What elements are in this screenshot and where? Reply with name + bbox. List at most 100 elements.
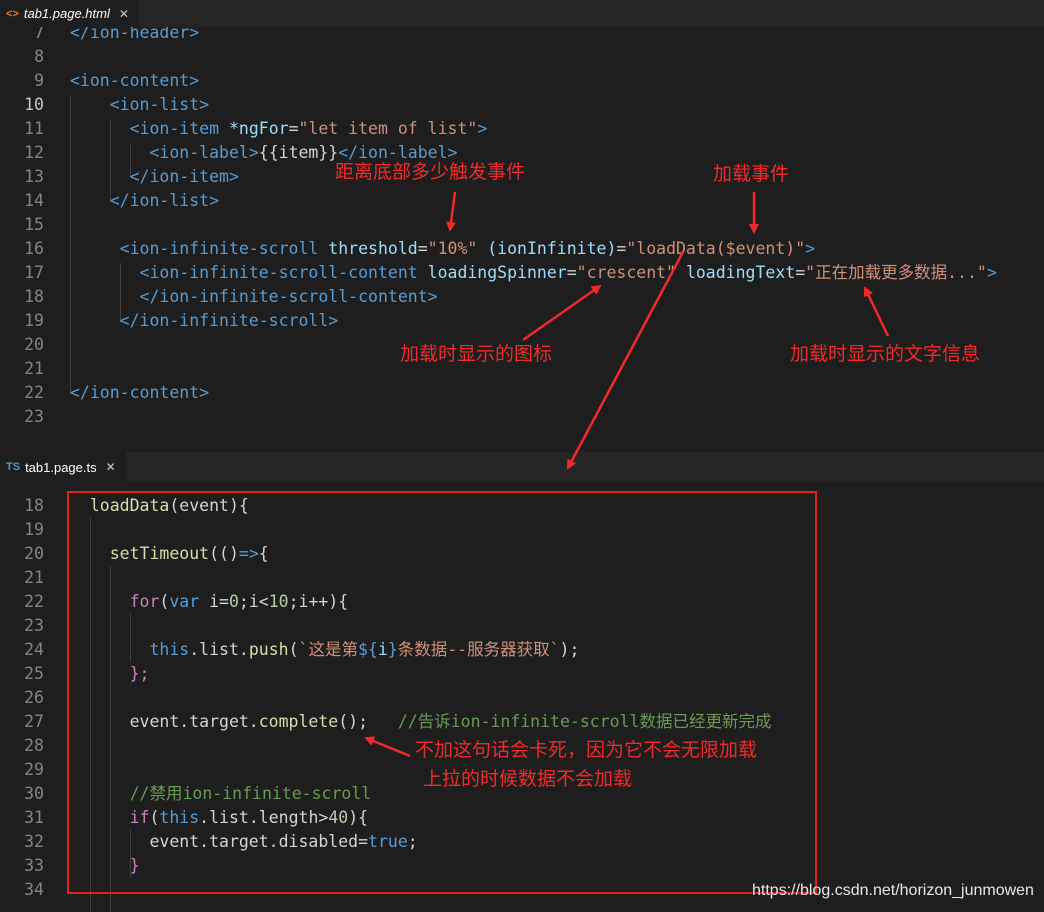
line-number: 20 [24, 335, 44, 354]
code-line[interactable]: 7 </ion-header> [0, 27, 1044, 45]
code-line[interactable]: 23 [0, 405, 1044, 429]
code-line[interactable]: 16 <ion-infinite-scroll threshold="10%" … [0, 237, 1044, 261]
line-number: 10 [24, 95, 44, 114]
close-icon[interactable]: ✕ [119, 7, 129, 21]
tab-label: tab1.page.ts [25, 459, 97, 475]
html-editor[interactable]: 7 </ion-header> 8 9 <ion-content> 10 <ion-lis… [0, 27, 1044, 452]
code-token: = [288, 119, 299, 138]
code-line[interactable]: 14 </ion-list> [0, 189, 1044, 213]
annotation-text: 加载时显示的文字信息 [790, 343, 981, 365]
line-number: 11 [24, 119, 44, 138]
line-number: 34 [24, 880, 44, 899]
line-number: 29 [24, 760, 44, 779]
code-line[interactable]: 22 </ion-content> [0, 381, 1044, 405]
code-token: loadingSpinner [427, 263, 567, 282]
code-token: <ion-infinite-scroll-content [139, 263, 418, 282]
tab-label: tab1.page.html [23, 6, 110, 21]
code-line[interactable]: 11 <ion-item *ngFor="let item of list"> [0, 117, 1044, 141]
bottom-tab-bar: TS tab1.page.ts ✕ [0, 452, 1044, 482]
line-number: 13 [24, 167, 44, 186]
line-number: 8 [34, 47, 44, 66]
code-token: </ion-content> [70, 383, 210, 402]
code-token: </ion-list> [109, 191, 220, 210]
annotation-spinner: 加载时显示的图标 [400, 343, 553, 365]
code-token: (ionInfinite) [487, 239, 617, 258]
code-line[interactable]: 10 <ion-list> [0, 93, 1044, 117]
line-number: 24 [24, 640, 44, 659]
top-tab-bar: <> tab1.page.html ✕ [0, 0, 1044, 27]
code-text[interactable]: <ion-infinite-scroll threshold="10%" (io… [70, 237, 815, 261]
tab-html-file[interactable]: <> tab1.page.html ✕ [0, 0, 139, 27]
code-token: threshold [328, 239, 418, 258]
line-number: 16 [24, 239, 44, 258]
code-text[interactable]: </ion-content> [70, 381, 209, 405]
code-text[interactable]: </ion-list> [70, 189, 219, 213]
line-number: 31 [24, 808, 44, 827]
line-number: 25 [24, 664, 44, 683]
code-line[interactable]: 18 </ion-infinite-scroll-content> [0, 285, 1044, 309]
line-number: 23 [24, 407, 44, 426]
code-line[interactable]: 17 <ion-infinite-scroll-content loadingS… [0, 261, 1044, 285]
line-number: 26 [24, 688, 44, 707]
annotation-threshold: 距离底部多少触发事件 [335, 161, 526, 183]
code-text[interactable]: <ion-list> [70, 93, 209, 117]
code-text[interactable]: </ion-infinite-scroll> [70, 309, 339, 333]
code-line[interactable]: 19 </ion-infinite-scroll> [0, 309, 1044, 333]
code-token: </ion-infinite-scroll> [119, 311, 339, 330]
code-line[interactable]: 15 [0, 213, 1044, 237]
line-number: 7 [34, 27, 44, 42]
close-icon[interactable]: ✕ [106, 460, 116, 474]
annotation-event: 加载事件 [713, 163, 790, 185]
code-token: = [417, 239, 428, 258]
line-number: 22 [24, 592, 44, 611]
tab-ts-file[interactable]: TS tab1.page.ts ✕ [0, 452, 126, 482]
code-token: = [795, 263, 806, 282]
code-token: "let item of list" [298, 119, 478, 138]
line-number: 28 [24, 736, 44, 755]
code-token: <ion-label> [149, 143, 259, 162]
code-text[interactable]: <ion-infinite-scroll-content loadingSpin… [70, 261, 997, 285]
code-token: <ion-item [129, 119, 220, 138]
code-text[interactable]: </ion-infinite-scroll-content> [70, 285, 438, 309]
line-number: 30 [24, 784, 44, 803]
code-token: </ion-item> [129, 167, 239, 186]
line-number: 20 [24, 544, 44, 563]
code-text[interactable]: <ion-content> [70, 69, 199, 93]
code-token: = [616, 239, 627, 258]
line-number: 14 [24, 191, 44, 210]
code-line[interactable]: 8 [0, 45, 1044, 69]
code-token: loadingText [685, 263, 796, 282]
annotation-complete-line1: 不加这句话会卡死，因为它不会无限加载 [415, 739, 758, 761]
code-text[interactable]: </ion-item> [70, 165, 239, 189]
highlight-box [67, 491, 817, 894]
line-number: 32 [24, 832, 44, 851]
code-token: <ion-list> [109, 95, 210, 114]
code-token: "正在加载更多数据..." [805, 263, 987, 282]
code-token: "10%" [427, 239, 478, 258]
line-number: 23 [24, 616, 44, 635]
code-text[interactable]: <ion-item *ngFor="let item of list"> [70, 117, 488, 141]
code-token: > [805, 239, 816, 258]
code-text[interactable]: </ion-header> [70, 27, 199, 45]
code-token: </ion-header> [70, 27, 200, 42]
line-number: 22 [24, 383, 44, 402]
code-token: {{item}} [258, 143, 339, 162]
code-token: > [986, 263, 997, 282]
html-file-icon: <> [6, 7, 19, 20]
line-number: 17 [24, 263, 44, 282]
code-token: "crescent" [576, 263, 676, 282]
code-token: "loadData($event)" [626, 239, 806, 258]
code-line[interactable]: 9 <ion-content> [0, 69, 1044, 93]
